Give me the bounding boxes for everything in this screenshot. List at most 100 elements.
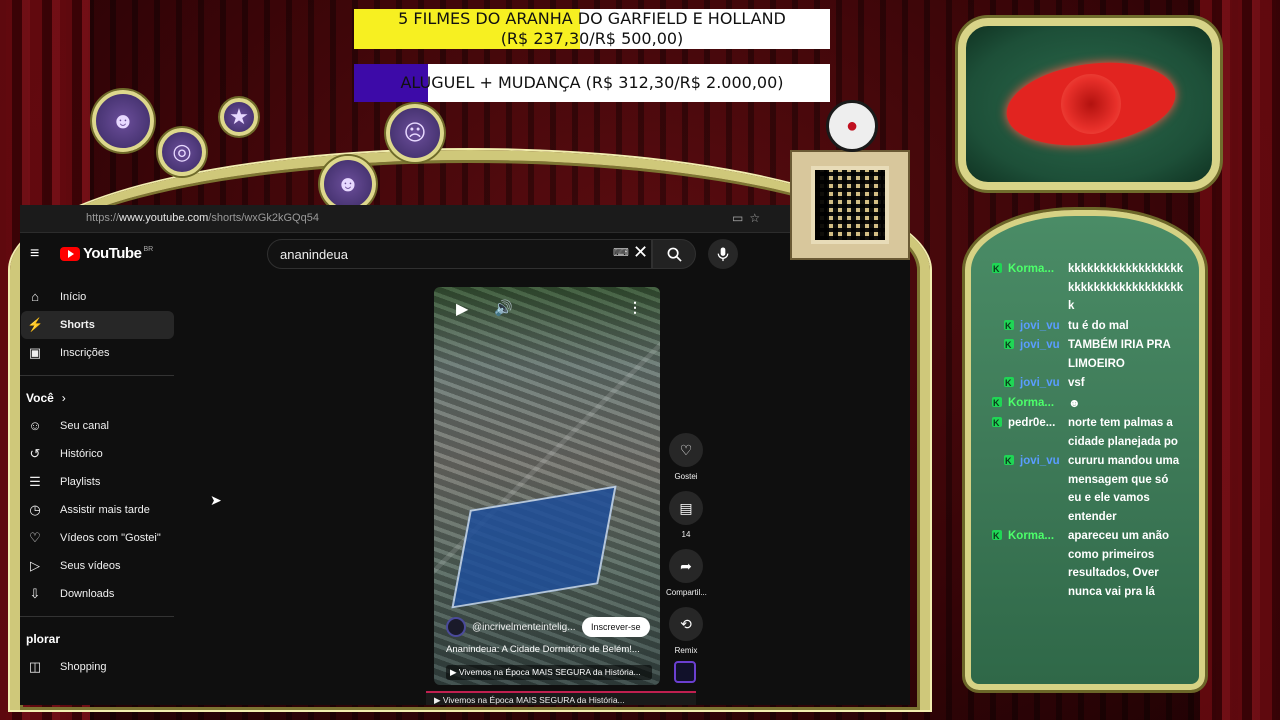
comment-icon: ▤ (679, 499, 693, 516)
sidebar-section-you[interactable]: Você › (20, 384, 180, 412)
sidebar-item-history[interactable]: ↺ Histórico (21, 440, 174, 468)
comments-count: 14 (681, 530, 691, 539)
chat-username: jovi_vu (992, 336, 1068, 373)
share-button[interactable]: ➦ (669, 549, 703, 583)
url-text[interactable]: https://www.youtube.com/shorts/wxGk2kGQq… (86, 212, 319, 224)
youtube-wordmark: YouTube (83, 245, 142, 262)
chevron-right-icon: › (61, 391, 66, 405)
channel-icon: ☺ (28, 418, 42, 433)
sound-thumbnail[interactable] (674, 661, 696, 683)
avatar-medallion: ☻ (320, 156, 376, 212)
chat-message: jovi_vu cururu mandou uma mensagem que s… (992, 452, 1192, 526)
short-video-player[interactable]: ▶ 🔊 ⋮ @incrivelmenteintelig... Inscrever… (434, 287, 660, 685)
volume-icon[interactable]: 🔊 (494, 299, 513, 317)
sidebar-item-your-channel[interactable]: ☺ Seu canal (21, 412, 174, 440)
video-frame-court (451, 485, 617, 609)
kick-badge-icon (992, 394, 1002, 412)
channel-row: @incrivelmenteintelig... Inscrever-se (446, 615, 652, 639)
address-bar-icons: ▭☆ (732, 211, 766, 225)
qr-code-scroll (790, 150, 910, 260)
search-input[interactable] (280, 247, 610, 262)
channel-name[interactable]: @incrivelmenteintelig... (472, 622, 576, 633)
chat-text: norte tem palmas a cidade planejada po (1068, 417, 1178, 448)
sidebar-item-downloads[interactable]: ⇩ Downloads (21, 580, 174, 608)
sidebar-item-watch-later[interactable]: ◷ Assistir mais tarde (21, 496, 174, 524)
sidebar-item-liked-videos[interactable]: ♡ Vídeos com "Gostei" (21, 524, 174, 552)
youtube-logo[interactable]: YouTube BR (60, 245, 153, 262)
chat-username: Korma... (992, 394, 1068, 414)
sidebar-item-label: Inscrições (60, 347, 110, 359)
chat-user: jovi_vu (1020, 319, 1060, 332)
kick-badge-icon (1004, 374, 1014, 393)
chat-username: jovi_vu (992, 374, 1068, 393)
chat-user: Korma... (1008, 530, 1055, 542)
search-box: ⌨ ✕ (267, 239, 652, 269)
channel-avatar[interactable] (446, 617, 466, 637)
next-short-related-link[interactable]: ▶ Vivemos na Época MAIS SEGURA da Histór… (426, 691, 696, 705)
more-options-icon[interactable]: ⋮ (628, 299, 642, 316)
heart-icon: ♡ (679, 441, 693, 458)
keyboard-icon[interactable]: ⌨ (613, 246, 629, 259)
voice-search-button[interactable] (708, 239, 738, 269)
subscribe-button[interactable]: Inscrever-se (582, 617, 650, 637)
sidebar-item-playlists[interactable]: ☰ Playlists (21, 468, 174, 496)
emote-icon: ☻ (1068, 395, 1081, 410)
like-button[interactable]: ♡ (669, 433, 703, 467)
search-button[interactable] (652, 239, 696, 269)
history-icon: ↺ (29, 446, 41, 461)
chat-username: Korma... (992, 260, 1068, 316)
sidebar-divider (20, 375, 174, 376)
microphone-icon (717, 246, 729, 261)
youtube-header: ≡ YouTube BR ⌨ ✕ (20, 233, 910, 275)
sidebar-item-subscriptions[interactable]: ▣ Inscrições (21, 339, 174, 367)
subscriptions-icon: ▣ (28, 345, 42, 360)
chat-user: pedr0e... (1008, 417, 1056, 429)
chat-message: jovi_vu vsf (992, 374, 1192, 393)
comments-button[interactable]: ▤ (669, 491, 703, 525)
liked-icon: ♡ (29, 530, 41, 545)
tab-icon[interactable]: ▭ (732, 211, 749, 225)
goal-title: ALUGUEL + MUDANÇA (R$ 312,30/R$ 2.000,00… (400, 73, 784, 92)
address-bar[interactable]: https://www.youtube.com/shorts/wxGk2kGQq… (20, 205, 910, 233)
related-video-link[interactable]: ▶ Vivemos na Época MAIS SEGURA da Histór… (446, 665, 652, 680)
shopping-icon: ◫ (28, 659, 42, 674)
mascot-face-icon: ● (826, 100, 878, 152)
star-medallion: ★ (220, 98, 258, 136)
remix-button[interactable]: ⟲ (669, 607, 703, 641)
chat-user: jovi_vu (1020, 377, 1060, 389)
sidebar-item-shopping[interactable]: ◫ Shopping (21, 653, 174, 681)
comments-action: ▤ 14 (666, 491, 706, 539)
sidebar-item-your-videos[interactable]: ▷ Seus vídeos (21, 552, 174, 580)
kick-badge-icon (992, 414, 1002, 433)
sidebar-item-label: Assistir mais tarde (60, 504, 150, 516)
shorts-icon: ⚡ (27, 317, 44, 332)
sidebar-item-home[interactable]: ⌂ Início (21, 283, 174, 311)
your-videos-icon: ▷ (30, 558, 40, 573)
chat-message: Korma... ☻ (992, 394, 1192, 414)
kick-badge-icon (992, 260, 1002, 279)
goal-title: 5 FILMES DO ARANHA DO GARFIELD E HOLLAND (398, 9, 786, 28)
search-icon (667, 247, 682, 262)
chat-text: vsf (1068, 377, 1085, 389)
chat-username: pedr0e... (992, 414, 1068, 451)
downloads-icon: ⇩ (29, 586, 41, 601)
spiral-medallion: ◎ (158, 128, 206, 176)
mouse-cursor-icon: ➤ (210, 492, 222, 508)
donation-goal-rent: ALUGUEL + MUDANÇA (R$ 312,30/R$ 2.000,00… (354, 64, 830, 102)
red-eye-icon (1001, 52, 1181, 156)
short-title[interactable]: Ananindeua: A Cidade Dormitório de Belém… (446, 644, 640, 655)
sidebar-item-shorts[interactable]: ⚡ Shorts (21, 311, 174, 339)
chat-text: TAMBÉM IRIA PRA LIMOEIRO (1068, 339, 1171, 370)
kick-badge-icon (1004, 317, 1014, 335)
chat-text: tu é do mal (1068, 319, 1129, 332)
hamburger-menu-icon[interactable]: ≡ (30, 245, 39, 263)
sidebar-item-label: Início (60, 291, 87, 303)
play-icon[interactable]: ▶ (456, 299, 468, 319)
youtube-play-icon (60, 246, 80, 261)
section-label: Você (26, 391, 54, 405)
region-code: BR (143, 246, 154, 253)
short-actions: ♡ Gostei ▤ 14 ➦ Compartil... ⟲ Remix (666, 433, 707, 665)
clear-search-icon[interactable]: ✕ (633, 242, 648, 263)
sidebar-divider (20, 616, 174, 617)
bookmark-star-icon[interactable]: ☆ (749, 211, 766, 225)
